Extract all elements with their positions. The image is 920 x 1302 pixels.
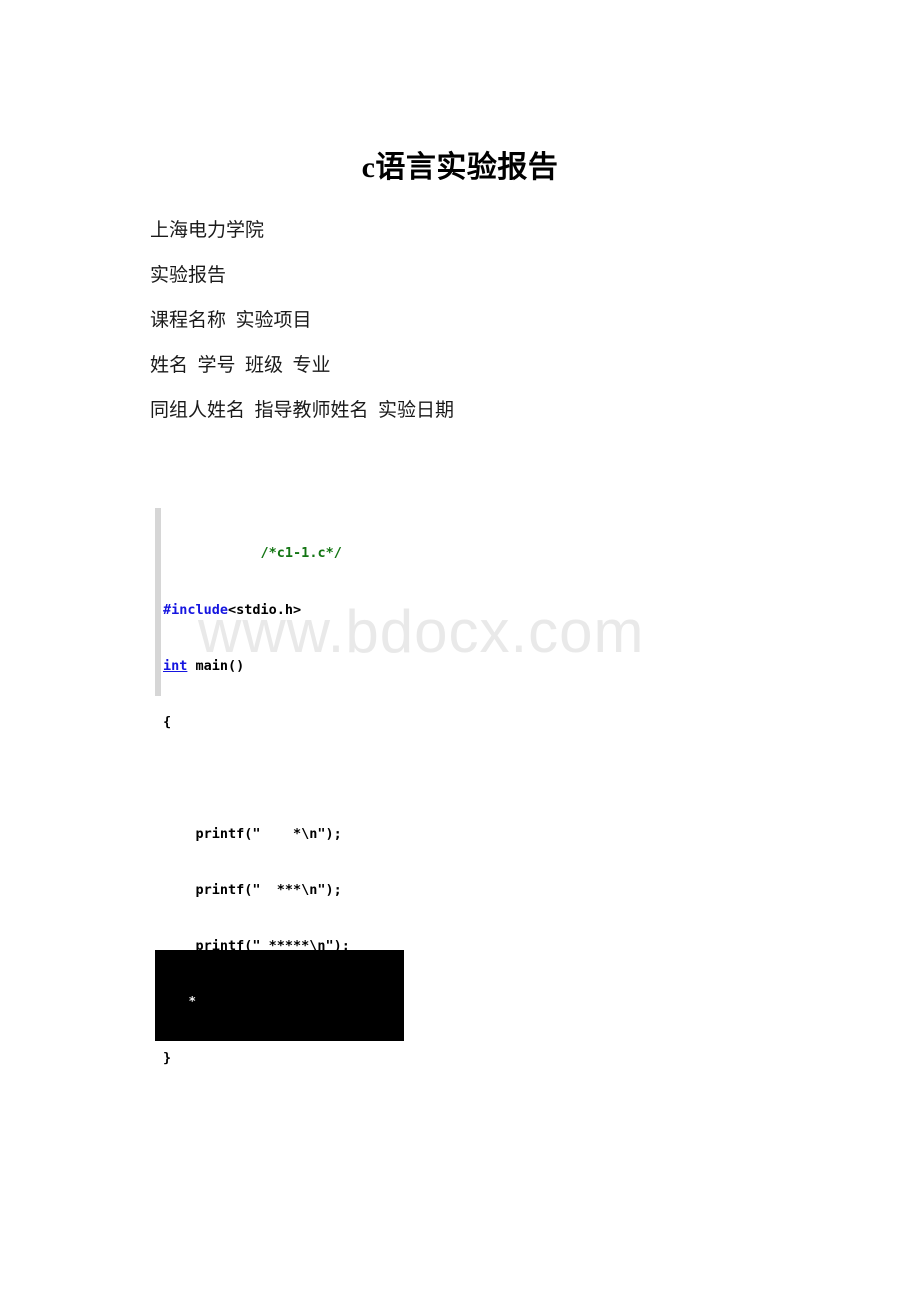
code-line-comment: /*c1-1.c*/	[163, 544, 350, 563]
console-output-text: * *** ***** Press any key to continue	[156, 953, 370, 1041]
code-token-printf-2: printf(" ***\n");	[163, 881, 342, 898]
code-token-comment: /*c1-1.c*/	[260, 545, 342, 562]
code-token-main-name: main()	[187, 657, 245, 674]
code-token-include-header: <stdio.h>	[228, 601, 302, 618]
code-token-printf-1: printf(" *\n");	[163, 825, 342, 842]
code-line-include: #include<stdio.h>	[163, 601, 350, 620]
console-output-window: * *** ***** Press any key to continue	[155, 950, 404, 1041]
code-line-close-brace: }	[163, 1049, 350, 1068]
code-token-close-brace: }	[163, 1050, 172, 1067]
code-line-printf-2: printf(" ***\n");	[163, 881, 350, 900]
console-line-star-1: *	[156, 993, 197, 1008]
document-page: c语言实验报告 上海电力学院 实验报告 课程名称 实验项目 姓名 学号 班级 专…	[0, 0, 920, 1302]
code-line-main-signature: int main()	[163, 657, 350, 676]
body-line-course-project: 课程名称 实验项目	[150, 310, 312, 331]
code-token-open-brace: {	[163, 713, 172, 730]
code-line-open-brace: {	[163, 713, 350, 732]
page-title: c语言实验报告	[361, 151, 559, 184]
body-line-institution: 上海电力学院	[150, 220, 265, 241]
document-body: 上海电力学院 实验报告 课程名称 实验项目 姓名 学号 班级 专业 同组人姓名 …	[150, 208, 790, 433]
code-token-int-keyword: int	[163, 657, 188, 674]
body-line-report-type: 实验报告	[150, 265, 227, 286]
code-line-printf-1: printf(" *\n");	[163, 825, 350, 844]
body-line-student-info: 姓名 学号 班级 专业	[150, 355, 331, 376]
code-token-include-keyword: #include	[163, 601, 229, 618]
body-line-group-info: 同组人姓名 指导教师姓名 实验日期	[150, 400, 455, 421]
code-gutter-bar	[155, 508, 161, 696]
